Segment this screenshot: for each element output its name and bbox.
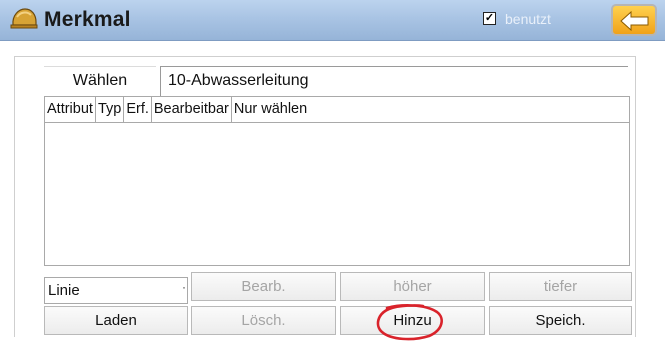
back-button[interactable] [611,4,657,36]
column-header-bearbeitbar[interactable]: Bearbeitbar [152,97,232,122]
helmet-icon [10,7,38,33]
column-header-nur-waehlen[interactable]: Nur wählen [232,97,309,122]
save-button[interactable]: Speich. [489,306,632,335]
load-button[interactable]: Laden [44,306,188,335]
dropdown-value: Linie [48,282,80,299]
table-header: Attribut Typ Erf. Bearbeitbar Nur wählen [45,97,629,123]
column-header-attribut[interactable]: Attribut [45,97,96,122]
column-header-erf[interactable]: Erf. [124,97,152,122]
used-checkbox[interactable]: ✓ [483,12,496,25]
page-title: Merkmal [44,8,131,31]
highlight-circle [376,304,443,341]
delete-button[interactable]: Lösch. [191,306,336,335]
edit-button[interactable]: Bearb. [191,272,336,301]
move-up-button[interactable]: höher [340,272,485,301]
geometry-type-dropdown[interactable]: Linie · [44,277,188,304]
table-body[interactable] [45,123,629,265]
arrow-left-icon [620,10,649,32]
selected-layer-field: 10-Abwasserleitung [160,66,628,96]
used-checkbox-label[interactable]: benutzt [505,11,551,27]
attribute-table[interactable]: Attribut Typ Erf. Bearbeitbar Nur wählen [44,96,630,266]
dropdown-arrow-icon: · [182,280,186,294]
column-header-typ[interactable]: Typ [96,97,125,122]
title-bar: Merkmal ✓ benutzt [0,0,665,41]
choose-button[interactable]: Wählen [44,66,156,96]
move-down-button[interactable]: tiefer [489,272,632,301]
